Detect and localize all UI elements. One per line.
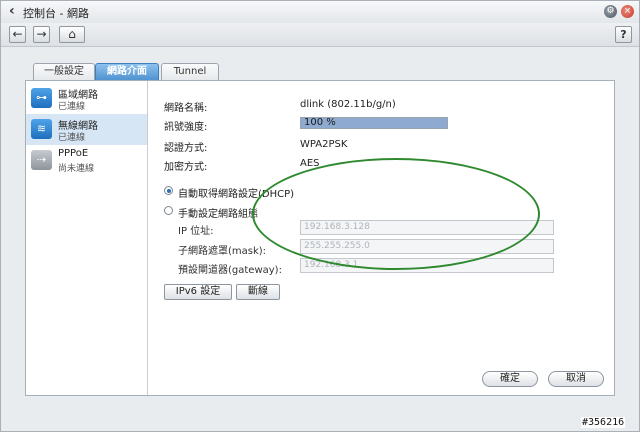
cancel-button[interactable]: 取消: [548, 371, 604, 387]
title-bar: ‹ 控制台 - 網路 ⚙ ×: [1, 1, 639, 23]
disconnect-button[interactable]: 斷線: [236, 284, 280, 300]
title-back-chevron-icon[interactable]: ‹: [9, 4, 21, 18]
signal-strength-text: 100 %: [304, 117, 336, 128]
gateway-label: 預設閘道器(gateway):: [178, 265, 282, 276]
content-panel: ⊶ 區域網路 已連線 ≋ 無線網路 已連線 ⇢ PPPoE 尚未連線 網路名稱:…: [25, 80, 615, 396]
close-icon[interactable]: ×: [621, 5, 634, 18]
home-button[interactable]: ⌂: [59, 26, 85, 43]
interface-sidebar: ⊶ 區域網路 已連線 ≋ 無線網路 已連線 ⇢ PPPoE 尚未連線: [26, 81, 148, 395]
forward-arrow-icon: →: [36, 27, 47, 41]
annotation-oval: [252, 158, 540, 270]
manual-config-radio[interactable]: [164, 206, 173, 215]
ok-button[interactable]: 確定: [482, 371, 538, 387]
sidebar-item-status: 已連線: [58, 102, 86, 112]
toolbar: ← → ⌂ ?: [1, 23, 639, 47]
tab-general-settings[interactable]: 一般設定: [33, 63, 95, 80]
forward-button[interactable]: →: [33, 26, 50, 43]
auth-label: 認證方式:: [164, 143, 208, 154]
signal-strength-bar: 100 %: [300, 117, 448, 129]
sidebar-item-status: 尚未連線: [58, 164, 95, 174]
tab-tunnel[interactable]: Tunnel: [161, 63, 219, 80]
lan-icon: ⊶: [31, 88, 52, 108]
subnet-mask-label: 子網路遮罩(mask):: [178, 246, 267, 257]
control-panel-window: ‹ 控制台 - 網路 ⚙ × ← → ⌂ ? 一般設定 網路介面 Tunnel …: [0, 0, 640, 432]
ipv6-settings-button[interactable]: IPv6 設定: [164, 284, 232, 300]
sidebar-item-wireless[interactable]: ≋ 無線網路 已連線: [26, 114, 147, 145]
watermark: #356216: [581, 417, 626, 428]
dhcp-radio[interactable]: [164, 186, 173, 195]
gear-icon[interactable]: ⚙: [604, 5, 617, 18]
sidebar-item-label: PPPoE: [58, 148, 89, 159]
tab-network-interface[interactable]: 網路介面: [95, 63, 159, 80]
manual-config-label: 手動設定網路組態: [178, 209, 258, 220]
wifi-icon: ≋: [31, 119, 52, 139]
ip-address-label: IP 位址:: [178, 226, 214, 237]
home-icon: ⌂: [68, 27, 76, 41]
signal-label: 訊號強度:: [164, 122, 208, 133]
back-button[interactable]: ←: [9, 26, 26, 43]
sidebar-item-lan[interactable]: ⊶ 區域網路 已連線: [26, 83, 147, 114]
pppoe-icon: ⇢: [31, 150, 52, 170]
sidebar-item-pppoe[interactable]: ⇢ PPPoE 尚未連線: [26, 145, 147, 176]
help-button[interactable]: ?: [615, 26, 632, 43]
window-title: 控制台 - 網路: [23, 7, 89, 20]
auth-value: WPA2PSK: [300, 139, 348, 150]
encryption-label: 加密方式:: [164, 162, 208, 173]
back-arrow-icon: ←: [12, 27, 23, 41]
sidebar-item-status: 已連線: [58, 133, 86, 143]
ssid-label: 網路名稱:: [164, 103, 208, 114]
ssid-value: dlink (802.11b/g/n): [300, 99, 396, 110]
